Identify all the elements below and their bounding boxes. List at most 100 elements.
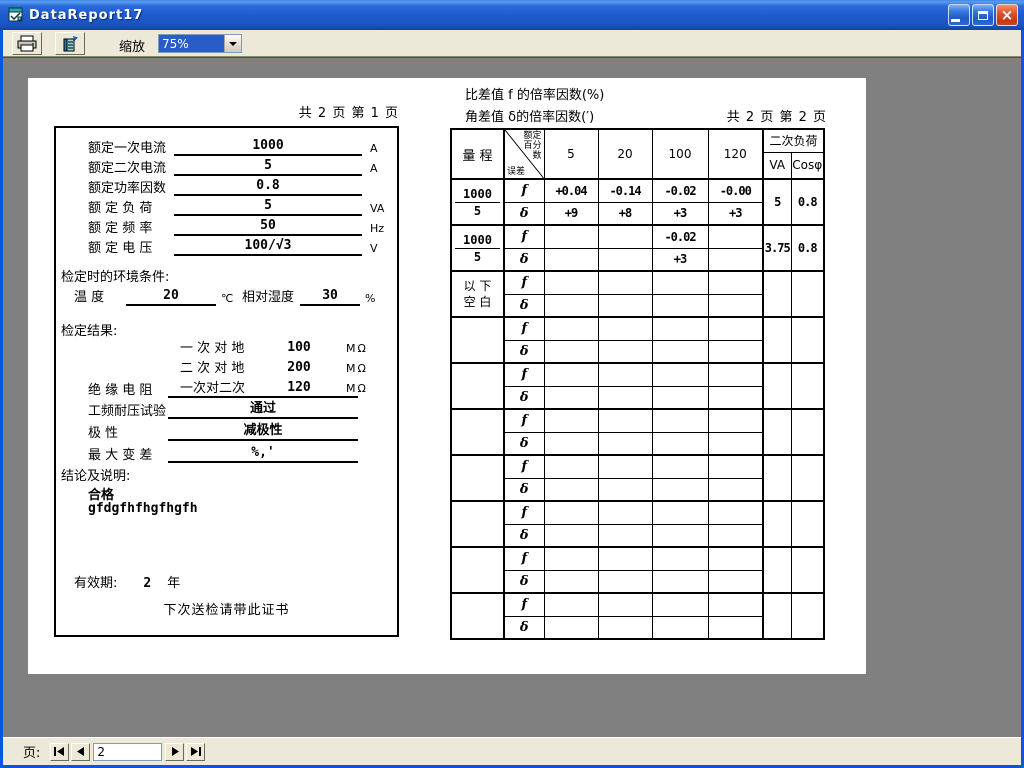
delta-value-cell: [652, 294, 708, 317]
f-value-cell: [544, 547, 598, 570]
validity-value: 2: [143, 576, 151, 591]
delta-value-cell: [652, 386, 708, 409]
prev-page-icon: [77, 747, 85, 756]
range-cell: [451, 547, 504, 593]
insulation-row-value: 200: [268, 360, 330, 376]
insulation-label: 绝 缘 电 阻: [88, 379, 152, 398]
f-value-cell: -0.02: [652, 179, 708, 202]
delta-value-cell: [652, 616, 708, 639]
close-icon: ×: [1001, 8, 1014, 23]
cos-cell: [791, 547, 824, 593]
delta-value-cell: [544, 570, 598, 593]
field-label: 额 定 负 荷: [88, 197, 174, 216]
va-cell: [763, 409, 791, 455]
page1-form-box: 额定一次电流1000A 额定二次电流5A 额定功率因数0.8 额 定 负 荷5V…: [54, 126, 399, 637]
range-cell: [451, 501, 504, 547]
first-page-button[interactable]: [50, 743, 69, 761]
page-number-input[interactable]: [93, 743, 162, 761]
insulation-row: 二 次 对 地200MΩ: [180, 357, 368, 376]
delta-value-cell: [598, 386, 652, 409]
scale-table-wrap: 量 程 额定 百分 数 误差 5 20: [450, 128, 825, 640]
f-value-cell: [708, 363, 763, 386]
cos-cell: [791, 593, 824, 639]
f-value-cell: [708, 271, 763, 294]
va-cell: [763, 363, 791, 409]
validity-unit: 年: [167, 572, 180, 591]
print-button[interactable]: [12, 32, 42, 55]
delta-value-cell: [598, 294, 652, 317]
f-value-cell: -0.00: [708, 179, 763, 202]
delta-row-label: δ: [504, 202, 544, 225]
last-page-icon: [190, 747, 201, 756]
temp-unit: ℃: [216, 291, 242, 306]
delta-value-cell: [544, 248, 598, 271]
f-value-cell: [708, 455, 763, 478]
field-unit: Hz: [362, 221, 398, 236]
delta-row-label: δ: [504, 294, 544, 317]
last-page-button[interactable]: [186, 743, 205, 761]
delta-value-cell: [652, 570, 708, 593]
conclusion-line: gfdgfhfhgfhgfh: [88, 501, 198, 516]
field-label: 额 定 电 压: [88, 237, 174, 256]
prev-page-button[interactable]: [71, 743, 90, 761]
diag-top-line: 额定: [523, 131, 541, 141]
delta-value-cell: [598, 478, 652, 501]
delta-value-cell: [708, 478, 763, 501]
delta-value-cell: [598, 248, 652, 271]
field-value: 100/√3: [174, 238, 362, 256]
delta-value-cell: [708, 432, 763, 455]
va-cell: [763, 455, 791, 501]
delta-row-label: δ: [504, 478, 544, 501]
zoom-combobox[interactable]: 75%: [158, 34, 242, 53]
next-page-button[interactable]: [165, 743, 184, 761]
f-value-cell: [652, 271, 708, 294]
cos-header: Cosφ: [791, 152, 824, 179]
load-header: 二次负荷: [763, 129, 824, 152]
f-value-cell: [652, 409, 708, 432]
cos-cell: 0.8: [791, 179, 824, 225]
page1-indicator: 共 2 页 第 1 页: [54, 102, 399, 121]
preview-area: 共 2 页 第 1 页 额定一次电流1000A 额定二次电流5A 额定功率因数0…: [3, 58, 1021, 737]
humidity-value: 30: [300, 288, 360, 306]
va-cell: 5: [763, 179, 791, 225]
f-row-label: f: [504, 501, 544, 524]
delta-value-cell: [652, 432, 708, 455]
f-value-cell: [598, 363, 652, 386]
delta-value-cell: [598, 432, 652, 455]
zoom-dropdown-button[interactable]: [224, 35, 241, 52]
field-row: 额定功率因数0.8: [88, 177, 398, 196]
minimize-button[interactable]: [948, 4, 970, 26]
validity-label: 有效期:: [74, 572, 117, 591]
delta-value-cell: [652, 340, 708, 363]
va-cell: [763, 271, 791, 317]
test-row-value: 通过: [168, 401, 358, 419]
test-row-value: 减极性: [168, 423, 358, 441]
f-value-cell: [544, 455, 598, 478]
va-header: VA: [763, 152, 791, 179]
delta-value-cell: [652, 524, 708, 547]
f-value-cell: [708, 317, 763, 340]
delta-value-cell: [708, 294, 763, 317]
test-row: 工频耐压试验通过: [88, 400, 358, 419]
insulation-row-unit: MΩ: [330, 381, 368, 396]
f-value-cell: -0.14: [598, 179, 652, 202]
delta-value-cell: [598, 570, 652, 593]
f-value-cell: [652, 547, 708, 570]
insulation-row-value: 120: [268, 380, 330, 396]
f-value-cell: [652, 363, 708, 386]
export-button[interactable]: [55, 32, 85, 55]
delta-value-cell: [544, 294, 598, 317]
field-label: 额定功率因数: [88, 177, 174, 196]
f-row-label: f: [504, 593, 544, 616]
page-nav-label: 页:: [23, 742, 40, 761]
close-button[interactable]: ×: [996, 4, 1018, 26]
delta-row-label: δ: [504, 616, 544, 639]
f-row-label: f: [504, 363, 544, 386]
field-label: 额 定 频 率: [88, 217, 174, 236]
f-value-cell: [598, 271, 652, 294]
va-cell: [763, 547, 791, 593]
f-value-cell: [544, 271, 598, 294]
f-value-cell: [708, 547, 763, 570]
maximize-button[interactable]: [972, 4, 994, 26]
percent-col-header: 100: [652, 129, 708, 179]
